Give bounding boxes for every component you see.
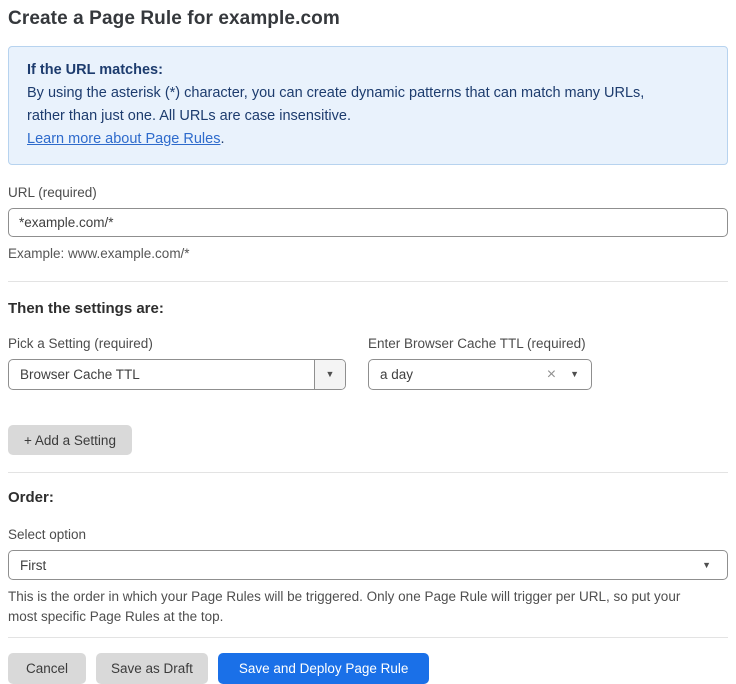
ttl-select-value: a day <box>369 367 547 382</box>
create-page-rule-form: Create a Page Rule for example.com If th… <box>0 0 736 684</box>
page-title: Create a Page Rule for example.com <box>8 6 728 32</box>
ttl-select-label: Enter Browser Cache TTL (required) <box>368 336 592 352</box>
settings-section-heading: Then the settings are: <box>8 300 728 318</box>
callout-heading: If the URL matches: <box>27 59 709 82</box>
clear-icon[interactable]: × <box>547 367 556 383</box>
setting-select-arrow-button[interactable]: ▼ <box>314 360 345 389</box>
order-select[interactable]: First ▼ <box>8 550 728 580</box>
add-setting-button[interactable]: + Add a Setting <box>8 425 132 455</box>
order-select-label: Select option <box>8 527 728 543</box>
ttl-select-column: Enter Browser Cache TTL (required) a day… <box>368 336 592 390</box>
chevron-down-icon: ▼ <box>570 370 579 379</box>
chevron-down-icon: ▼ <box>326 370 335 379</box>
setting-select[interactable]: Browser Cache TTL ▼ <box>8 359 346 390</box>
save-and-deploy-button[interactable]: Save and Deploy Page Rule <box>218 653 430 684</box>
order-section-heading: Order: <box>8 489 728 507</box>
url-field-label: URL (required) <box>8 185 728 201</box>
url-matches-info-callout: If the URL matches: By using the asteris… <box>8 46 728 165</box>
form-actions: Cancel Save as Draft Save and Deploy Pag… <box>8 653 728 684</box>
setting-select-value: Browser Cache TTL <box>9 367 314 382</box>
divider-after-settings <box>8 472 728 473</box>
callout-body-text: By using the asterisk (*) character, you… <box>27 82 709 128</box>
callout-link-line: Learn more about Page Rules. <box>27 128 709 151</box>
divider-before-actions <box>8 637 728 638</box>
save-as-draft-button[interactable]: Save as Draft <box>96 653 208 684</box>
setting-select-column: Pick a Setting (required) Browser Cache … <box>8 336 346 390</box>
cancel-button[interactable]: Cancel <box>8 653 86 684</box>
setting-select-label: Pick a Setting (required) <box>8 336 346 352</box>
learn-more-link[interactable]: Learn more about Page Rules <box>27 131 220 147</box>
order-select-value: First <box>9 558 702 573</box>
chevron-down-icon: ▼ <box>702 561 711 570</box>
order-helper-text: This is the order in which your Page Rul… <box>8 587 728 627</box>
divider-after-url <box>8 281 728 282</box>
url-input[interactable] <box>8 208 728 237</box>
link-suffix: . <box>220 131 224 147</box>
url-example-helper: Example: www.example.com/* <box>8 244 728 264</box>
settings-row: Pick a Setting (required) Browser Cache … <box>8 336 728 390</box>
ttl-select[interactable]: a day × ▼ <box>368 359 592 390</box>
